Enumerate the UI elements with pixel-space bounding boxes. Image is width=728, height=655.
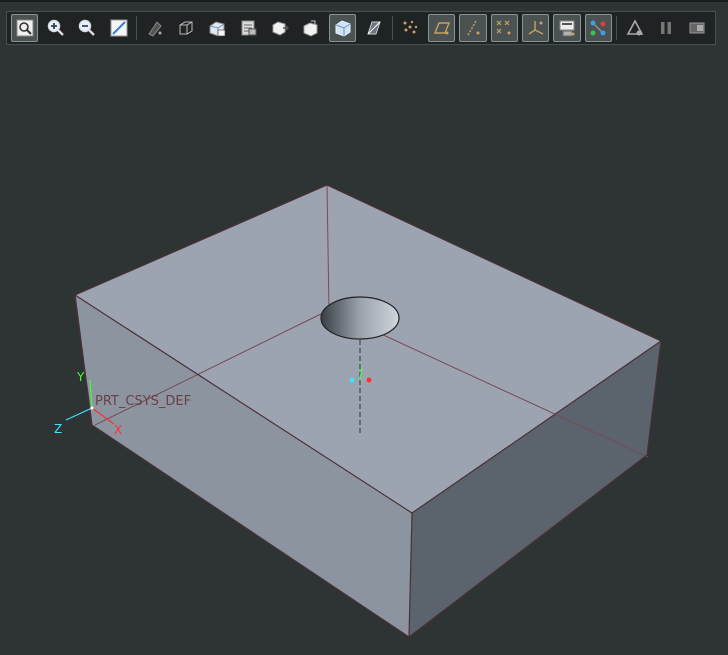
perspective-button[interactable] [360,14,387,42]
csys-origin [90,406,94,410]
csys-y-label: Y [76,370,85,384]
axis-display-button[interactable] [459,14,487,42]
view-exit-icon [689,22,705,34]
plane-display-icon [433,22,450,35]
zoom-in-button[interactable] [42,14,69,42]
graphics-toolbar [6,11,716,45]
shading-button[interactable] [329,14,357,42]
plane-display-button[interactable] [427,14,456,42]
repaint-icon [110,19,128,37]
toolbar-separator [616,16,618,40]
saved-orientations-button[interactable] [173,14,200,42]
display-style-button[interactable] [141,14,168,42]
point-display-button[interactable] [490,14,518,42]
view-manager-icon [241,20,257,36]
reorient-icon [272,21,290,36]
named-views-icon [209,21,226,37]
simulation-display-icon [626,19,644,36]
standard-orientation-icon [303,20,318,37]
zoom-in-icon [47,19,64,36]
pause-button[interactable] [652,14,679,42]
hole[interactable] [320,296,400,340]
view-exit-button[interactable] [684,14,711,42]
csys-display-icon [528,21,543,35]
network-display-button[interactable] [584,14,613,42]
point-display-icon [496,20,511,35]
repaint-button[interactable] [105,14,132,42]
hole-csys-x-point [366,377,372,383]
saved-orientations-icon [179,21,193,35]
axis-display-icon [467,20,480,36]
zoom-out-button[interactable] [74,14,101,42]
hole-csys-z-point [349,377,355,383]
shading-icon [335,20,351,37]
csys-z-label: Z [54,422,62,436]
csys-display-button[interactable] [522,14,550,42]
pause-icon [660,22,671,34]
network-display-icon [590,20,606,36]
spin-center-icon [403,20,418,34]
toolbar-separator [391,16,393,40]
zoom-out-icon [79,19,96,36]
window-top-edge [0,0,728,2]
refit-icon [16,19,34,37]
display-style-icon [148,21,162,37]
spin-center-button[interactable] [397,14,424,42]
annotation-display-button[interactable] [553,14,581,42]
view-manager-button[interactable] [235,14,262,42]
named-views-button[interactable] [204,14,231,42]
csys-x-label: X [114,423,122,437]
csys-name-label[interactable]: PRT_CSYS_DEF [95,394,191,409]
annotation-display-icon [559,20,575,37]
refit-button[interactable] [11,14,39,42]
toolbar-separator [136,16,138,40]
csys-z-axis [65,407,93,421]
perspective-icon [367,21,381,35]
model-viewport[interactable]: Y Z X PRT_CSYS_DEF [0,48,728,655]
simulation-display-button[interactable] [621,14,648,42]
standard-orientation-button[interactable] [298,14,325,42]
reorient-button[interactable] [266,14,293,42]
